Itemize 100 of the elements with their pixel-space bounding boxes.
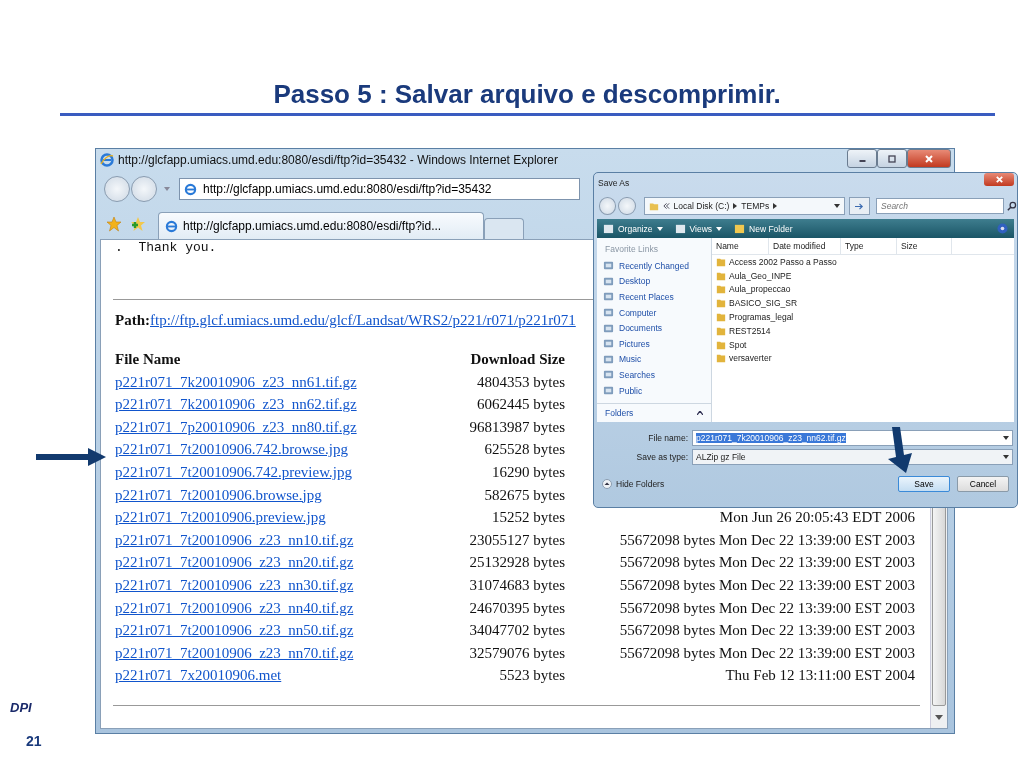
file-type-dropdown[interactable]: ALZip gz File: [692, 448, 1013, 465]
folder-item[interactable]: Access 2002 Passo a Passo: [712, 255, 1014, 269]
back-button[interactable]: [599, 197, 617, 215]
place-icon: [603, 275, 614, 287]
arrow-icon: [36, 447, 106, 467]
table-cell-text: 25132928 bytes: [468, 553, 565, 573]
chevrons-icon: [662, 203, 670, 209]
folder-item[interactable]: REST2514: [712, 324, 1014, 338]
close-button[interactable]: [984, 173, 1014, 186]
close-button[interactable]: [907, 149, 951, 168]
table-cell-text: 55672098 bytes Mon Dec 22 13:39:00 EST 2003: [618, 530, 915, 550]
place-icon: [603, 322, 614, 334]
caret-icon[interactable]: [773, 203, 778, 209]
folder-item[interactable]: Spot: [712, 337, 1014, 352]
folder-icon: [716, 270, 726, 281]
folder-icon: [716, 325, 726, 336]
dialog-button[interactable]: Cancel: [957, 476, 1009, 492]
caret-icon[interactable]: [833, 204, 840, 208]
dialog-title: Save As: [598, 178, 630, 188]
page-text: . Thank you.: [115, 240, 217, 255]
place-icon: [603, 291, 614, 303]
path-link[interactable]: ftp://ftp.glcf.umiacs.umd.edu/glcf/Landsat/WRS2/p221/r071/p221r071: [150, 312, 576, 328]
table-cell-text: 55672098 bytes Mon Dec 22 13:39:00 EST 2003: [618, 575, 915, 595]
file-link[interactable]: p221r071_7k20010906_z23_nn61.tif.gz: [115, 371, 357, 394]
folder-icon: [716, 339, 726, 350]
address-field[interactable]: Local Disk (C:) TEMPs: [643, 197, 845, 215]
toolbar-button[interactable]: Organize: [603, 223, 663, 234]
folder-item[interactable]: versaverter: [712, 351, 1014, 366]
file-link[interactable]: p221r071_7t20010906_z23_nn10.tif.gz: [115, 529, 354, 552]
file-link[interactable]: p221r071_7t20010906_z23_nn50.tif.gz: [115, 620, 354, 642]
caret-icon[interactable]: [733, 203, 738, 209]
file-link[interactable]: p221r071_7x20010906.met: [115, 665, 282, 687]
favorite-link[interactable]: Public: [597, 382, 711, 399]
window-title: http://glcfapp.umiacs.umd.edu:8080/esdi/ftp?id=35432 - Windows Internet Explorer: [118, 153, 558, 167]
path-label: Path:: [115, 312, 150, 328]
file-link[interactable]: p221r071_7t20010906.preview.jpg: [115, 507, 326, 529]
browser-tab[interactable]: http://glcfapp.umiacs.umd.edu:8080/esdi/ftp?id...: [158, 212, 484, 239]
column-header[interactable]: Date modified: [769, 238, 841, 254]
favorite-link[interactable]: Music: [597, 351, 711, 368]
close-icon: [924, 153, 934, 164]
hide-folders-button[interactable]: Hide Folders: [602, 479, 665, 489]
forward-button[interactable]: [618, 197, 636, 215]
favorite-link[interactable]: Recently Changed: [597, 258, 711, 274]
table-cell-text: 55672098 bytes Mon Dec 22 13:39:00 EST 2003: [618, 598, 915, 618]
maximize-icon: [887, 153, 897, 164]
favorite-link[interactable]: Searches: [597, 367, 711, 383]
favorite-link[interactable]: Desktop: [597, 273, 711, 290]
toolbar-button[interactable]: Views: [674, 223, 723, 234]
search-field[interactable]: Search: [876, 198, 1004, 214]
place-icon: [603, 353, 614, 365]
favorite-link[interactable]: Computer: [597, 304, 711, 321]
file-link[interactable]: p221r071_7t20010906_z23_nn40.tif.gz: [115, 597, 354, 620]
file-name-field[interactable]: p221r071_7k20010906_z23_nn62.tif.gz: [692, 429, 1013, 446]
column-header[interactable]: Type: [841, 238, 897, 254]
file-link[interactable]: p221r071_7t20010906_z23_nn20.tif.gz: [115, 552, 354, 574]
file-link[interactable]: p221r071_7t20010906_z23_nn30.tif.gz: [115, 574, 354, 597]
file-link[interactable]: p221r071_7t20010906.742.preview.jpg: [115, 461, 352, 484]
column-header: File Name: [115, 350, 181, 369]
file-link[interactable]: p221r071_7t20010906_z23_nn70.tif.gz: [115, 642, 354, 665]
table-cell-text: Thu Feb 12 13:11:00 EST 2004: [724, 666, 915, 686]
file-link[interactable]: p221r071_7t20010906.browse.jpg: [115, 484, 322, 507]
star-icon[interactable]: [106, 216, 122, 232]
refresh-button[interactable]: [848, 197, 870, 215]
table-cell-text: 55672098 bytes Mon Dec 22 13:39:00 EST 2003: [618, 643, 915, 663]
toolbar-button[interactable]: New Folder: [734, 223, 793, 234]
table-cell-text: 4804353 bytes: [476, 372, 565, 392]
browser-icon: [165, 219, 178, 233]
file-link[interactable]: p221r071_7k20010906_z23_nn62.tif.gz: [115, 394, 357, 416]
maximize-button[interactable]: [877, 149, 907, 168]
column-header[interactable]: Name: [712, 238, 769, 254]
breadcrumb-item[interactable]: Local Disk (C:): [673, 201, 730, 211]
column-header[interactable]: Size: [897, 238, 952, 254]
browser-icon: [100, 153, 114, 167]
table-cell-text: 96813987 bytes: [468, 417, 565, 437]
caret-icon[interactable]: [1003, 454, 1009, 459]
forward-button[interactable]: [131, 176, 157, 202]
favorite-link[interactable]: Documents: [597, 320, 711, 336]
caret-icon[interactable]: [1003, 435, 1009, 440]
favorite-link[interactable]: Pictures: [597, 335, 711, 352]
favorite-link[interactable]: Recent Places: [597, 289, 711, 305]
folder-item[interactable]: Programas_legal: [712, 310, 1014, 324]
new-tab-button[interactable]: [484, 218, 524, 239]
folder-item[interactable]: BASICO_SIG_SR: [712, 296, 1014, 311]
scroll-down-icon[interactable]: [935, 715, 943, 720]
breadcrumb-item[interactable]: TEMPs: [741, 201, 770, 211]
back-button[interactable]: [104, 176, 130, 202]
minimize-button[interactable]: [847, 149, 877, 168]
folders-toggle[interactable]: Folders: [597, 403, 711, 422]
add-favorite-icon[interactable]: [130, 216, 146, 232]
folder-item[interactable]: Aula_propeccao: [712, 282, 1014, 297]
field-label: File name:: [647, 432, 689, 443]
folder-item[interactable]: Aula_Geo_INPE: [712, 268, 1014, 283]
file-link[interactable]: p221r071_7t20010906.742.browse.jpg: [115, 439, 348, 461]
logo: DPI: [10, 700, 32, 715]
address-field[interactable]: http://glcfapp.umiacs.umd.edu:8080/esdi/ftp?id=35432: [179, 178, 580, 200]
table-cell-text: 31074683 bytes: [468, 575, 565, 595]
dialog-button[interactable]: Save: [898, 476, 950, 492]
file-link[interactable]: p221r071_7p20010906_z23_nn80.tif.gz: [115, 416, 357, 439]
table-cell-text: 55672098 bytes Mon Dec 22 13:39:00 EST 2003: [618, 621, 915, 641]
column-header: Download Size: [469, 350, 565, 369]
